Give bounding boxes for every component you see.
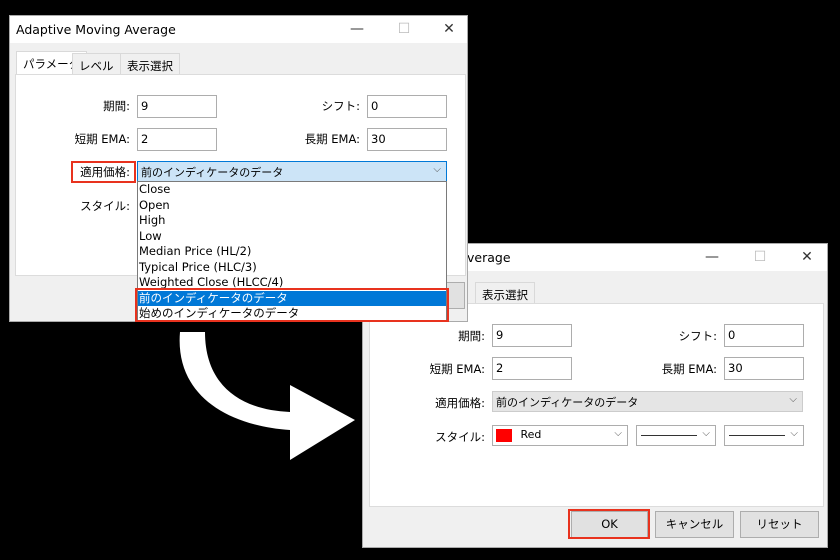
shift-label: シフト: [321, 99, 360, 113]
applied-price-label: 適用価格: [80, 165, 130, 179]
shift-input[interactable]: 0 [367, 95, 447, 118]
option-open[interactable]: Open [138, 198, 446, 214]
applied-price-value: 前のインディケータのデータ [141, 166, 284, 179]
period-input[interactable]: 9 [137, 95, 217, 118]
option-typical-price[interactable]: Typical Price (HLC/3) [138, 260, 446, 276]
chevron-down-icon: ⌵ [433, 164, 441, 175]
option-low[interactable]: Low [138, 229, 446, 245]
option-weighted-close[interactable]: Weighted Close (HLCC/4) [138, 275, 446, 291]
applied-price-dropdown[interactable]: Close Open High Low Median Price (HL/2) … [137, 181, 447, 322]
style-label: スタイル: [80, 199, 130, 213]
option-median-price[interactable]: Median Price (HL/2) [138, 244, 446, 260]
dialog-window-parameters: Adaptive Moving Average — ☐ ✕ パラメータ レベル … [9, 15, 468, 322]
long-ema-label: 長期 EMA: [304, 132, 360, 146]
period-label: 期間: [103, 99, 130, 113]
title-bar: Adaptive Moving Average — ☐ ✕ [10, 16, 467, 43]
applied-price-select[interactable]: 前のインディケータのデータ ⌵ [137, 161, 447, 182]
tab-levels[interactable]: レベル [72, 53, 121, 75]
option-high[interactable]: High [138, 213, 446, 229]
window-title: Adaptive Moving Average [16, 22, 176, 37]
tab-display[interactable]: 表示選択 [120, 53, 180, 75]
close-button[interactable]: ✕ [437, 19, 461, 39]
option-previous-indicator[interactable]: 前のインディケータのデータ [138, 290, 446, 306]
maximize-button[interactable]: ☐ [392, 19, 416, 39]
long-ema-input[interactable]: 30 [367, 128, 447, 151]
option-first-indicator[interactable]: 始めのインディケータのデータ [138, 306, 446, 322]
option-close[interactable]: Close [138, 182, 446, 198]
minimize-button[interactable]: — [345, 19, 369, 39]
short-ema-input[interactable]: 2 [137, 128, 217, 151]
short-ema-label: 短期 EMA: [74, 132, 130, 146]
